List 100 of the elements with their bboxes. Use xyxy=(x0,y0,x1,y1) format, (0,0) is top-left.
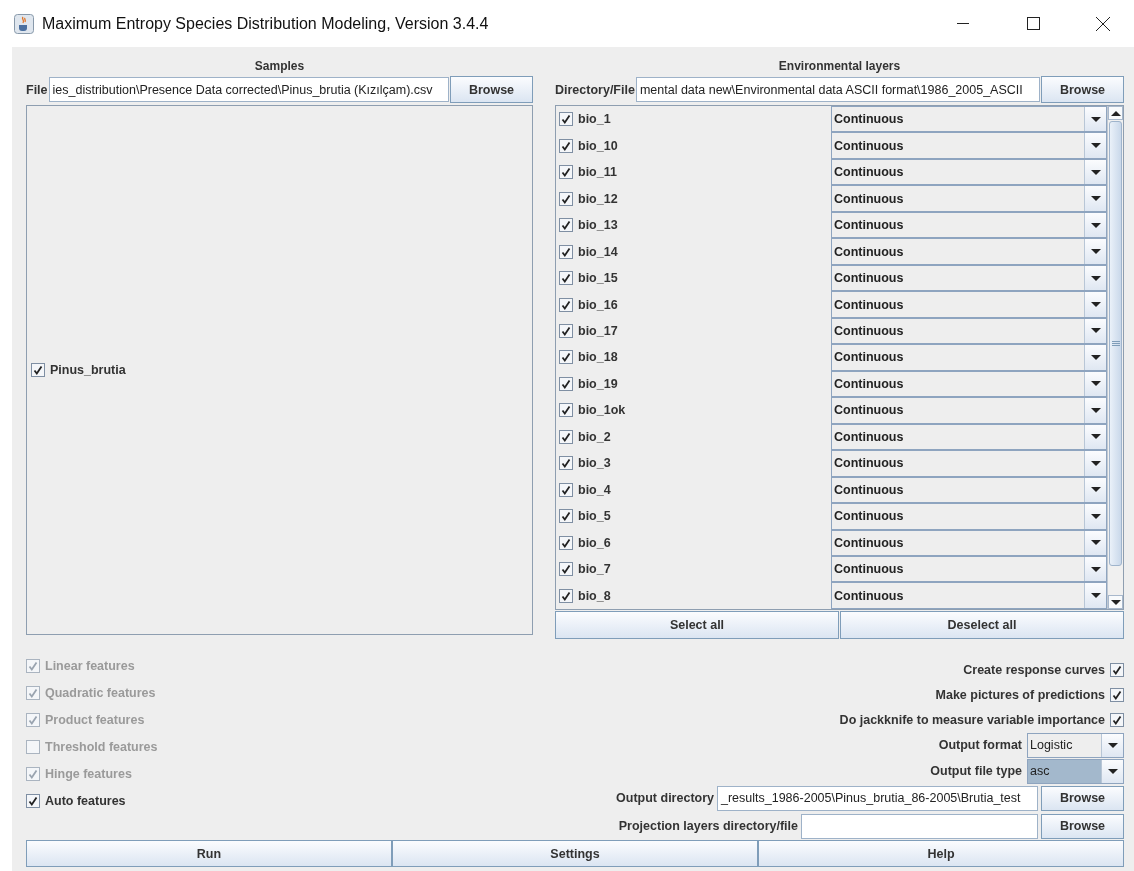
checkbox[interactable] xyxy=(559,429,573,444)
checkbox[interactable] xyxy=(559,218,573,233)
layer-name: bio_10 xyxy=(578,138,618,153)
dropdown-arrow-icon xyxy=(1090,487,1101,493)
dropdown-arrow-icon xyxy=(1090,275,1101,281)
browse-button[interactable]: Browse xyxy=(1041,785,1124,811)
layer-type-dropdown[interactable]: Continuous xyxy=(831,185,1107,212)
action-button[interactable]: Help xyxy=(758,840,1124,867)
layer-type-dropdown[interactable]: Continuous xyxy=(831,317,1107,345)
path-label: Output directory xyxy=(616,791,714,805)
checkbox[interactable] xyxy=(559,350,573,365)
maximize-icon xyxy=(1026,17,1040,30)
layer-name: bio_2 xyxy=(578,429,611,444)
dropdown-arrow-icon xyxy=(1090,566,1101,572)
samples-header: Samples xyxy=(253,59,306,75)
output-dropdown[interactable]: Logistic xyxy=(1027,732,1124,758)
checkbox[interactable] xyxy=(559,271,573,286)
checkbox[interactable] xyxy=(559,244,573,259)
checkbox[interactable] xyxy=(559,482,573,497)
layer-type-dropdown[interactable]: Continuous xyxy=(831,211,1107,239)
path-label: Projection layers directory/file xyxy=(618,819,798,833)
file-path-field[interactable]: ies_distribution\Presence Data corrected\Pinus_brutia (Kızılçam).csv xyxy=(48,77,449,102)
browse-button[interactable]: Browse xyxy=(1041,813,1124,839)
checkbox[interactable] xyxy=(1110,687,1124,702)
dropdown-arrow-icon xyxy=(1090,354,1101,360)
layer-type-dropdown[interactable]: Continuous xyxy=(831,106,1107,133)
layer-name: bio_8 xyxy=(578,588,611,603)
option-label: Make pictures of predictions xyxy=(935,687,1105,702)
option-label: Do jackknife to measure variable importance xyxy=(839,712,1105,727)
layer-name: bio_18 xyxy=(578,350,618,365)
checkbox[interactable] xyxy=(559,191,573,206)
action-button[interactable]: Run xyxy=(26,840,392,867)
layer-type-dropdown[interactable]: Continuous xyxy=(831,370,1107,398)
layer-name: bio_17 xyxy=(578,324,618,338)
grip-icon xyxy=(1111,341,1120,346)
dropdown-arrow-icon xyxy=(1090,381,1101,387)
checkbox[interactable] xyxy=(26,794,40,808)
layer-type-dropdown[interactable]: Continuous xyxy=(831,264,1107,292)
layer-type-dropdown[interactable]: Continuous xyxy=(831,503,1107,530)
checkbox[interactable] xyxy=(559,562,573,577)
directory-path-field[interactable]: mental data new\Environmental data ASCII format\1986_2005_ASCII xyxy=(635,77,1040,102)
dropdown-arrow-icon xyxy=(1107,768,1118,774)
dropdown-arrow-icon xyxy=(1090,249,1101,255)
environmental-layers-header: Environmental layers xyxy=(777,59,902,75)
path-field[interactable]: _results_1986-2005\Pinus_brutia_86-2005\Brutia_test xyxy=(717,785,1038,811)
path-field[interactable] xyxy=(801,813,1038,839)
minimize-icon xyxy=(957,22,969,25)
feature-label: Quadratic features xyxy=(45,686,156,700)
layer-type-dropdown[interactable]: Continuous xyxy=(831,582,1107,609)
checkbox[interactable] xyxy=(559,376,573,391)
select-all-button[interactable]: Select all xyxy=(555,610,839,639)
layer-type-dropdown[interactable]: Continuous xyxy=(831,238,1107,265)
dropdown-arrow-icon xyxy=(1090,328,1101,334)
layer-name: bio_16 xyxy=(578,297,618,312)
checkbox[interactable] xyxy=(1110,662,1124,677)
file-label: File xyxy=(26,82,48,97)
dropdown-arrow-icon xyxy=(1090,593,1101,599)
checkbox[interactable] xyxy=(559,324,573,338)
feature-label: Product features xyxy=(45,713,145,727)
deselect-all-button[interactable]: Deselect all xyxy=(840,610,1124,639)
checkbox[interactable] xyxy=(559,403,573,418)
checkbox[interactable] xyxy=(559,535,573,550)
browse-button[interactable]: Browse xyxy=(1041,76,1124,103)
layer-name: bio_13 xyxy=(578,218,618,233)
layer-type-dropdown[interactable]: Continuous xyxy=(831,555,1107,583)
layer-type-dropdown[interactable]: Continuous xyxy=(831,344,1107,371)
scrollbar[interactable] xyxy=(1107,106,1123,609)
checkbox[interactable] xyxy=(1110,712,1124,727)
dropdown-arrow-icon xyxy=(1090,460,1101,466)
layer-name: bio_14 xyxy=(578,244,618,259)
scroll-up-icon xyxy=(1110,110,1121,116)
checkbox[interactable] xyxy=(559,509,573,524)
checkbox[interactable] xyxy=(559,297,573,312)
layer-type-dropdown[interactable]: Continuous xyxy=(831,476,1107,504)
checkbox[interactable] xyxy=(559,138,573,153)
layer-type-dropdown[interactable]: Continuous xyxy=(831,529,1107,556)
dropdown-arrow-icon xyxy=(1090,143,1101,149)
output-dropdown[interactable]: asc xyxy=(1027,758,1124,784)
dropdown-arrow-icon xyxy=(1090,540,1101,546)
layer-name: bio_1ok xyxy=(578,403,626,418)
checkbox[interactable] xyxy=(559,165,573,180)
feature-label: Hinge features xyxy=(45,767,132,781)
checkbox[interactable] xyxy=(31,363,45,377)
browse-button[interactable]: Browse xyxy=(450,76,533,103)
layer-type-dropdown[interactable]: Continuous xyxy=(831,158,1107,186)
checkbox[interactable] xyxy=(559,112,573,127)
layer-type-dropdown[interactable]: Continuous xyxy=(831,132,1107,159)
layer-type-dropdown[interactable]: Continuous xyxy=(831,423,1107,451)
dropdown-arrow-icon xyxy=(1090,434,1101,440)
layer-type-dropdown[interactable]: Continuous xyxy=(831,450,1107,477)
layer-type-dropdown[interactable]: Continuous xyxy=(831,291,1107,318)
checkbox[interactable] xyxy=(559,588,573,603)
dropdown-arrow-icon xyxy=(1090,116,1101,122)
layer-type-dropdown[interactable]: Continuous xyxy=(831,397,1107,424)
checkbox[interactable] xyxy=(559,456,573,471)
layer-name: bio_12 xyxy=(578,191,618,206)
close-icon xyxy=(1096,16,1110,31)
layer-name: bio_7 xyxy=(578,562,611,577)
layer-name: bio_6 xyxy=(578,535,611,550)
action-button[interactable]: Settings xyxy=(392,840,758,867)
